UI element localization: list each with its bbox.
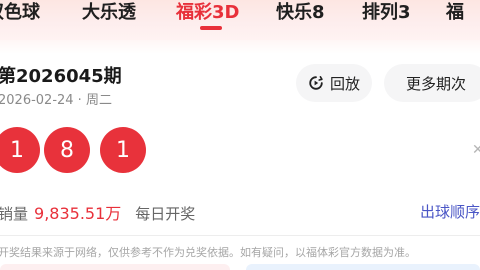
lottery-results-page: 双色球 大乐透 福彩3D 快乐8 排列3 福 第2026045期 2026-02… xyxy=(0,0,480,270)
close-icon[interactable]: ✕ xyxy=(472,142,480,158)
divider xyxy=(0,235,480,236)
ball-1: 1 xyxy=(0,127,40,173)
ball-3: 1 xyxy=(100,127,146,173)
bottom-card-right[interactable] xyxy=(246,264,480,270)
tab-fucai-3d[interactable]: 福彩3D xyxy=(176,0,239,28)
disclaimer-text: 开奖结果来源于网络，仅供参考不作为兑奖依据。如有疑问，以福体彩官方数据为准。 xyxy=(0,246,416,259)
replay-button[interactable]: 回放 xyxy=(296,64,372,102)
tab-fu-partial[interactable]: 福 xyxy=(446,0,464,28)
sales-row: 销量 9,835.51万 每日开奖 xyxy=(0,200,195,224)
lottery-tab-bar: 双色球 大乐透 福彩3D 快乐8 排列3 福 xyxy=(0,0,480,40)
active-tab-indicator xyxy=(200,26,222,30)
more-issues-button[interactable]: 更多期次 xyxy=(384,64,480,102)
replay-icon xyxy=(308,75,324,91)
bottom-card-left[interactable] xyxy=(0,264,230,270)
tab-shuangseqiu[interactable]: 双色球 xyxy=(0,0,40,28)
tab-daletou[interactable]: 大乐透 xyxy=(82,0,136,28)
sales-label: 销量 xyxy=(0,205,29,223)
draw-date: 2026-02-24 · 周二 xyxy=(0,93,112,108)
ball-2: 8 xyxy=(44,127,90,173)
card-header-gradient xyxy=(0,40,480,54)
draw-frequency: 每日开奖 xyxy=(135,205,196,223)
tab-kuaile8[interactable]: 快乐8 xyxy=(276,0,325,28)
sales-amount: 9,835.51万 xyxy=(34,204,122,223)
ball-order-link[interactable]: 出球顺序 xyxy=(420,201,480,222)
tab-pailie3[interactable]: 排列3 xyxy=(362,0,411,28)
issue-number: 第2026045期 xyxy=(0,66,122,87)
replay-label: 回放 xyxy=(329,74,360,93)
